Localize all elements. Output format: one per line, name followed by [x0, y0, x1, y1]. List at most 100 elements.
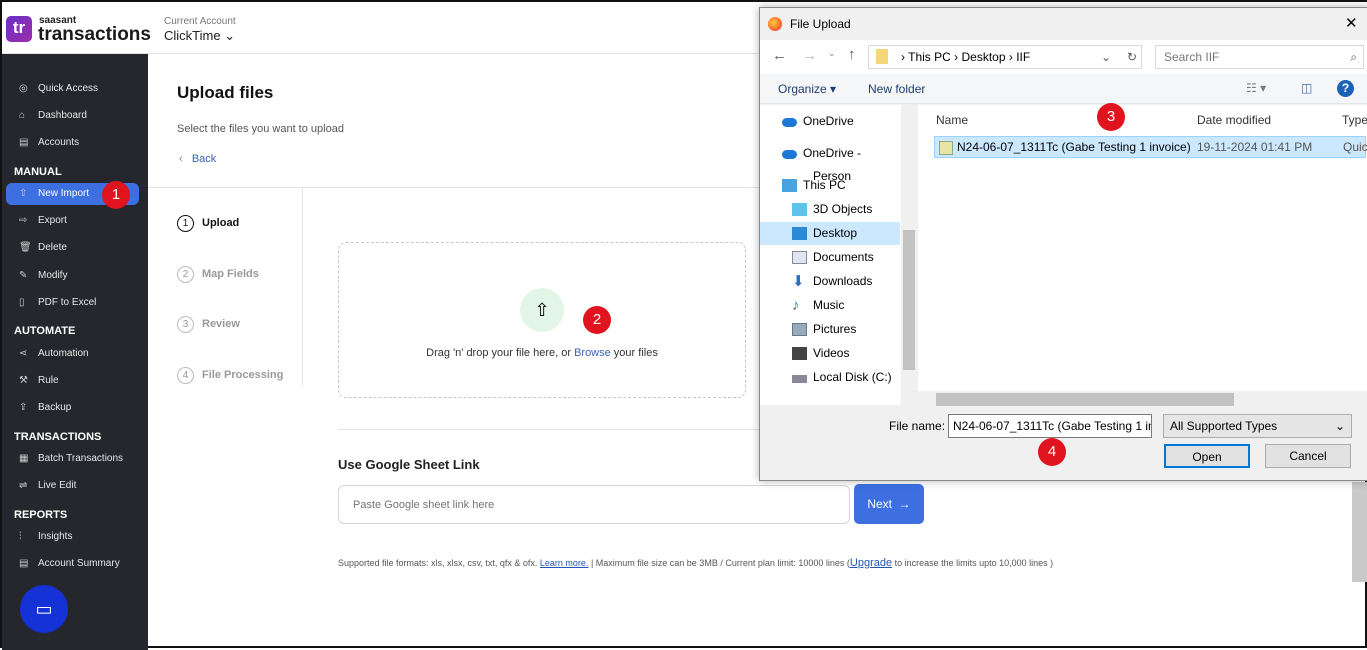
nav-downloads[interactable]: ⬇ Downloads — [760, 270, 900, 293]
label: Rule — [38, 375, 59, 386]
nav-scrollbar[interactable] — [901, 105, 917, 405]
note-text: to increase the limits upto 10,000 lines… — [892, 558, 1054, 568]
sidebar-item-backup[interactable]: ⇪ Backup — [6, 397, 139, 419]
label: Music — [813, 298, 845, 312]
chevron-down-icon[interactable]: ⌄ — [1101, 46, 1111, 68]
nav-videos[interactable]: Videos — [760, 342, 900, 365]
insights-icon: ⫶ — [19, 531, 22, 542]
preview-pane-icon[interactable]: ◫ — [1301, 81, 1312, 95]
page-scrollbar[interactable] — [1352, 482, 1367, 582]
drop-text-post: your files — [610, 347, 658, 359]
sidebar-item-accounts[interactable]: ▤ Accounts — [6, 132, 139, 154]
video-icon — [792, 347, 807, 360]
nav-local-disk[interactable]: Local Disk (C:) — [760, 366, 900, 389]
open-button[interactable]: Open — [1164, 444, 1250, 468]
column-date-modified[interactable]: Date modified — [1197, 113, 1271, 127]
refresh-icon[interactable]: ↻ — [1127, 46, 1137, 68]
view-options-icon[interactable]: ☷ ▾ — [1246, 81, 1266, 95]
label: Delete — [38, 242, 67, 253]
browse-link[interactable]: Browse — [574, 347, 611, 359]
sidebar-item-pdf-to-excel[interactable]: ▯ PDF to Excel — [6, 292, 139, 314]
step-label: Upload — [202, 217, 240, 229]
file-name: N24-06-07_1311Tc (Gabe Testing 1 invoice… — [957, 140, 1191, 154]
nav-3d-objects[interactable]: 3D Objects — [760, 198, 900, 221]
address-bar[interactable]: › This PC › Desktop › IIF ⌄ ↻ — [868, 45, 1142, 69]
column-name[interactable]: Name — [936, 113, 968, 127]
sidebar-item-batch-transactions[interactable]: ▦ Batch Transactions — [6, 448, 139, 470]
nav-onedrive-personal[interactable]: OneDrive - Person — [760, 142, 900, 183]
horizontal-scrollbar[interactable] — [918, 391, 1367, 408]
help-icon[interactable]: ? — [1337, 80, 1354, 97]
arrow-right-icon: → — [898, 497, 911, 511]
search-icon: ⌕ — [1350, 50, 1357, 64]
sidebar-item-account-summary[interactable]: ▤ Account Summary — [6, 553, 139, 575]
sidebar-item-live-edit[interactable]: ⇌ Live Edit — [6, 475, 139, 497]
sidebar-item-export[interactable]: ⇨ Export — [6, 210, 139, 232]
nav-documents[interactable]: Documents — [760, 246, 900, 269]
upgrade-link[interactable]: Upgrade — [850, 557, 892, 569]
label: Batch Transactions — [38, 453, 124, 464]
batch-icon: ▦ — [19, 453, 29, 464]
search-input[interactable]: Search IIF ⌕ — [1155, 45, 1364, 69]
nav-music[interactable]: ♪ Music — [760, 294, 900, 317]
path-segment[interactable]: Desktop — [961, 50, 1005, 64]
file-icon — [939, 140, 953, 155]
sidebar-item-quick-access[interactable]: ◎ Quick Access — [6, 78, 139, 100]
sidebar-item-rule[interactable]: ⚒ Rule — [6, 370, 139, 392]
sidebar-item-insights[interactable]: ⫶ Insights — [6, 526, 139, 548]
close-button[interactable]: ✕ — [1345, 14, 1358, 32]
label: Backup — [38, 402, 72, 413]
label: 3D Objects — [813, 202, 873, 216]
divider — [148, 187, 760, 188]
step-number: 1 — [177, 215, 194, 232]
next-label: Next — [867, 497, 892, 511]
google-sheet-title: Use Google Sheet Link — [338, 457, 480, 472]
annotation-3: 3 — [1097, 103, 1125, 131]
account-selector[interactable]: ClickTime ⌄ — [164, 28, 235, 44]
label: New Import — [38, 188, 90, 199]
path-segment[interactable]: This PC — [908, 50, 951, 64]
sidebar-item-delete[interactable]: 🗑 Delete — [6, 237, 139, 259]
column-type[interactable]: Type — [1342, 113, 1367, 127]
back-link[interactable]: ‹ Back — [179, 153, 216, 165]
file-type-select[interactable]: All Supported Types ⌄ — [1163, 414, 1352, 438]
document-icon — [792, 251, 807, 264]
nav-onedrive[interactable]: OneDrive — [760, 110, 900, 133]
label: Insights — [38, 531, 73, 542]
learn-more-link[interactable]: Learn more. — [540, 558, 589, 568]
nav-this-pc[interactable]: This PC — [760, 174, 900, 197]
supported-formats-note: Supported file formats: xls, xlsx, csv, … — [338, 557, 1053, 569]
chat-button[interactable]: ▭ — [20, 585, 68, 633]
sidebar-item-modify[interactable]: ✎ Modify — [6, 265, 139, 287]
sidebar-item-automation[interactable]: ⋖ Automation — [6, 343, 139, 365]
recent-dropdown-icon[interactable]: ⌄ — [828, 48, 836, 59]
label: Accounts — [38, 137, 80, 148]
nav-desktop[interactable]: Desktop — [760, 222, 900, 245]
clipboard-icon: ▤ — [19, 137, 29, 148]
cancel-button[interactable]: Cancel — [1265, 444, 1351, 468]
file-row[interactable]: N24-06-07_1311Tc (Gabe Testing 1 invoice… — [934, 136, 1367, 158]
label: Desktop — [813, 226, 858, 240]
path-segment[interactable]: IIF — [1016, 50, 1030, 64]
google-sheet-link-input[interactable] — [338, 485, 850, 524]
file-type-value: All Supported Types — [1170, 419, 1278, 433]
next-button[interactable]: Next → — [854, 484, 924, 524]
nav-pictures[interactable]: Pictures — [760, 318, 900, 341]
new-folder-button[interactable]: New folder — [868, 82, 925, 96]
account-name: ClickTime — [164, 28, 221, 43]
sidebar-item-dashboard[interactable]: ⌂ Dashboard — [6, 105, 139, 127]
file-name-value: N24-06-07_1311Tc (Gabe Testing 1 invoice… — [953, 419, 1151, 433]
dialog-toolbar — [760, 74, 1367, 104]
chevron-down-icon: ⌄ — [224, 28, 236, 43]
file-name-input[interactable]: N24-06-07_1311Tc (Gabe Testing 1 invoice… — [948, 414, 1152, 438]
forward-arrow-icon[interactable]: → — [802, 47, 817, 64]
home-icon: ⌂ — [19, 110, 26, 121]
organize-menu[interactable]: Organize ▾ — [778, 82, 836, 96]
back-arrow-icon[interactable]: ← — [772, 47, 787, 64]
step-label: File Processing — [202, 369, 284, 381]
chevron-left-icon: ‹ — [179, 153, 183, 165]
label: Pictures — [813, 322, 857, 336]
back-label: Back — [191, 153, 217, 165]
up-arrow-icon[interactable]: ↑ — [848, 46, 856, 63]
drop-text-pre: Drag 'n' drop your file here, or — [426, 347, 575, 359]
